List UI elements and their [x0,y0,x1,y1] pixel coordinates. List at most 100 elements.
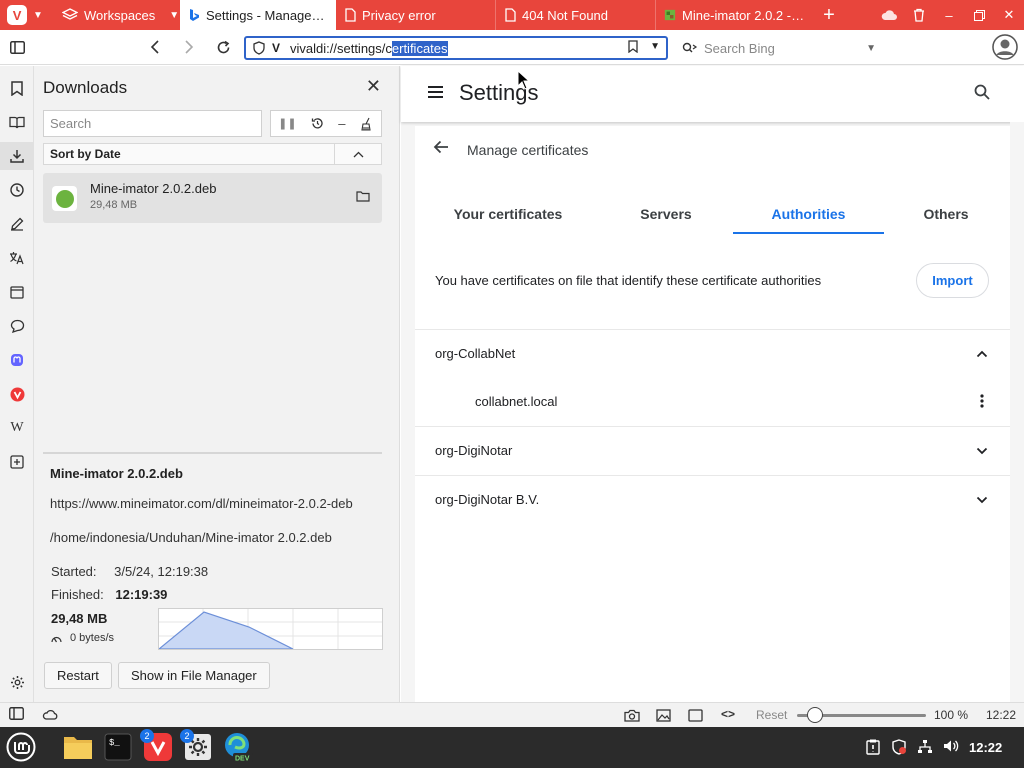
chevron-down-icon[interactable]: ▼ [650,41,660,52]
started-label: Started: [51,564,97,579]
start-menu-button[interactable] [5,731,37,763]
files-app-button[interactable] [62,731,94,763]
window-panel-button[interactable] [0,278,34,306]
volume-icon[interactable] [943,739,959,753]
tab-authorities[interactable]: Authorities [733,198,884,234]
downloads-panel-button[interactable] [0,142,34,170]
forward-button[interactable] [172,30,206,65]
add-panel-button[interactable] [0,448,34,476]
chevron-up-icon[interactable] [976,350,988,358]
wikipedia-panel-button[interactable]: W [0,414,34,442]
bookmarks-panel-button[interactable] [0,74,34,102]
chevron-down-icon[interactable] [976,496,988,504]
book-icon [9,116,25,128]
details-url[interactable]: https://www.mineimator.com/dl/mineimator… [50,496,353,511]
mouse-cursor-icon [517,70,531,90]
edge-dev-app-button[interactable]: DEV [222,731,254,763]
import-button[interactable]: Import [916,263,989,298]
page-scrollbar[interactable] [1010,122,1024,702]
minimize-button[interactable]: – [934,0,964,30]
camera-icon[interactable] [624,709,640,722]
panel-toggle-button[interactable] [0,30,34,65]
trash-icon[interactable] [904,0,934,30]
chevron-down-icon: ▼ [33,9,43,21]
image-icon[interactable] [656,709,671,722]
tab-settings[interactable]: Settings - Manage certif [180,0,336,30]
finished-value: 12:19:39 [115,587,168,602]
speed-value: 0 bytes/s [70,632,115,644]
workspaces-label: Workspaces [84,7,156,23]
window-count-badge: 2 [140,729,154,743]
tab-your-certificates[interactable]: Your certificates [447,198,569,234]
panel-toggle-icon[interactable] [9,707,24,720]
settings-header: Settings [401,66,1024,122]
close-window-button[interactable]: ✕ [994,0,1024,30]
chevron-down-icon[interactable]: ▼ [866,43,876,54]
url-field[interactable]: V vivaldi://settings/c ertificates ▼ [244,36,668,60]
sort-direction-button[interactable] [334,144,381,164]
zoom-reset-button[interactable]: Reset [756,708,787,722]
taskbar-clock[interactable]: 12:22 [969,740,1002,755]
back-arrow-icon[interactable] [433,140,449,154]
profile-avatar[interactable] [992,34,1018,60]
pause-icon[interactable]: ❚❚ [278,117,296,130]
show-in-file-manager-button[interactable]: Show in File Manager [118,662,270,689]
reading-list-panel-button[interactable] [0,108,34,136]
back-button[interactable] [138,30,172,65]
vivaldi-app-button[interactable]: 2 [140,729,174,763]
restart-button[interactable]: Restart [44,662,112,689]
finished-label: Finished: [51,587,104,602]
download-item[interactable]: Mine-imator 2.0.2.deb 29,48 MB [43,173,382,223]
network-icon[interactable] [917,739,933,754]
bookmark-icon[interactable] [628,40,638,53]
downloads-search-input[interactable]: Search [43,110,262,137]
cloud-sync-icon[interactable] [874,0,904,30]
translate-panel-button[interactable] [0,244,34,272]
notes-panel-button[interactable] [0,210,34,238]
page-tiling-icon[interactable] [688,709,703,722]
settings-app-button[interactable]: 2 [180,729,214,763]
status-clock: 12:22 [986,708,1017,722]
tab-privacy-error[interactable]: Privacy error [336,0,496,30]
org-diginotar-bv[interactable]: org-DigiNotar B.V. [435,492,539,507]
org-diginotar[interactable]: org-DigiNotar [435,443,512,458]
tab-servers[interactable]: Servers [623,198,709,234]
vivaldi-menu-button[interactable]: V ▼ [0,0,50,30]
zoom-slider-handle[interactable] [807,707,824,723]
close-panel-button[interactable]: ✕ [366,76,381,97]
tab-mine-imator[interactable]: Mine-imator 2.0.2 - D... [656,0,814,30]
remove-icon[interactable]: – [338,116,345,131]
developer-tools-icon[interactable]: <> [721,707,735,721]
clipboard-icon[interactable] [866,739,880,755]
shield-update-icon[interactable] [891,739,907,755]
details-finished: Finished: 12:19:39 [51,587,167,602]
chat-panel-button[interactable] [0,312,34,340]
search-icon[interactable] [974,84,990,100]
chevron-down-icon[interactable] [976,447,988,455]
mastodon-panel-button[interactable] [0,346,34,374]
page-icon [505,8,516,22]
reload-button[interactable] [206,30,240,65]
user-icon [992,34,1018,60]
cloud-icon[interactable] [42,709,58,720]
new-tab-button[interactable]: + [814,0,844,30]
reload-icon [217,40,229,53]
tab-404-not-found[interactable]: 404 Not Found [496,0,656,30]
folder-icon[interactable] [356,190,370,202]
search-field[interactable]: Search Bing ▼ [676,36,882,60]
history-panel-button[interactable] [0,176,34,204]
org-collabnet[interactable]: org-CollabNet [435,346,515,361]
history-icon[interactable] [311,117,324,130]
tab-title: Mine-imator 2.0.2 - D... [682,7,806,23]
clear-broom-icon[interactable] [360,117,374,131]
restore-button[interactable] [964,0,994,30]
workspaces-button[interactable]: Workspaces ▼ [50,0,180,30]
hamburger-menu-icon[interactable] [427,85,444,99]
terminal-app-button[interactable]: $_ [102,731,134,763]
tab-others[interactable]: Others [911,198,981,234]
more-actions-icon[interactable] [980,394,984,408]
vivaldi-panel-button[interactable] [0,380,34,408]
url-text: vivaldi://settings/c [290,40,392,56]
settings-panel-button[interactable] [0,668,34,696]
sort-label[interactable]: Sort by Date [44,147,334,161]
